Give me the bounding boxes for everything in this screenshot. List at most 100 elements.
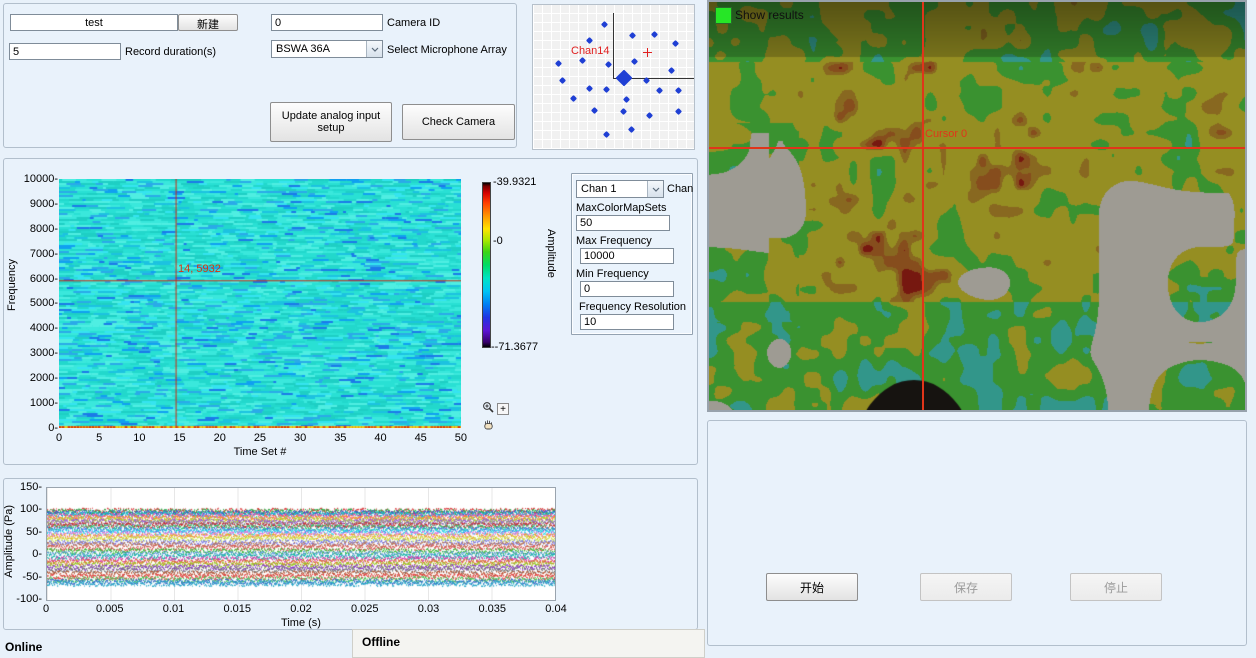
mic-dot (590, 106, 597, 113)
camera-id-input[interactable] (271, 14, 383, 31)
save-button[interactable]: 保存 (920, 573, 1012, 601)
tick-label: 2000 (30, 372, 58, 384)
offline-status-box: Offline (352, 629, 705, 658)
mic-dot (674, 86, 681, 93)
colorbar-max-label: -39.9321 (493, 176, 536, 189)
mic-dot (619, 107, 626, 114)
tick-label: 50 (443, 432, 479, 444)
mic-array-geometry-plot: Chan14 (532, 4, 695, 150)
colorbar-min-label: --71.3677 (491, 341, 538, 354)
tick-label: 6000 (30, 273, 58, 285)
spectrogram-x-ticks: 05101520253035404550 (41, 432, 479, 444)
check-camera-button[interactable]: Check Camera (402, 104, 515, 140)
channel-select[interactable]: Chan 1 (576, 180, 664, 198)
channel-select-value: Chan 1 (581, 183, 616, 195)
online-status-label: Online (5, 641, 42, 654)
camera-cursor-hline[interactable] (709, 147, 1245, 149)
tick-label: 100 (20, 503, 42, 515)
tick-label: 5 (81, 432, 117, 444)
show-results-led[interactable] (715, 7, 732, 24)
stop-button[interactable]: 停止 (1070, 573, 1162, 601)
zoom-tool-icon[interactable] (482, 401, 496, 417)
tick-label: 15 (162, 432, 198, 444)
tick-label: 35 (322, 432, 358, 444)
min-frequency-input[interactable] (580, 281, 674, 297)
microphone-array-select[interactable]: BSWA 36A (271, 40, 383, 58)
mic-plot-y-axis (613, 13, 614, 78)
tick-label: 0 (28, 603, 64, 615)
show-results-label: Show results (735, 9, 804, 22)
camera-id-label: Camera ID (387, 17, 440, 30)
tick-label: 0.025 (347, 603, 383, 615)
mic-highlight-label: Chan14 (571, 45, 610, 57)
mic-dot (558, 76, 565, 83)
mic-dot (602, 130, 609, 137)
setup-panel: 新建 Record duration(s) Camera ID BSWA 36A… (3, 3, 517, 148)
mic-dot (585, 84, 592, 91)
tick-label: 0.04 (538, 603, 574, 615)
microphone-array-value: BSWA 36A (276, 43, 330, 55)
offline-status-label: Offline (362, 635, 400, 649)
mic-dot (655, 86, 662, 93)
mic-dot (622, 95, 629, 102)
tick-label: 0.005 (92, 603, 128, 615)
mic-dot (650, 30, 657, 37)
channel-select-label: Chan (667, 183, 693, 196)
microphone-array-label: Select Microphone Array (387, 44, 507, 57)
mic-dot (645, 111, 652, 118)
tick-label: 0.02 (283, 603, 319, 615)
spectrogram-x-label: Time Set # (59, 446, 461, 459)
tick-label: 0.01 (156, 603, 192, 615)
max-frequency-label: Max Frequency (576, 235, 652, 248)
mic-dot (585, 36, 592, 43)
waveform-canvas (47, 488, 555, 600)
mic-dot (578, 56, 585, 63)
start-button[interactable]: 开始 (766, 573, 858, 601)
camera-cursor-vline[interactable] (922, 2, 924, 410)
tick-label: 25 (242, 432, 278, 444)
mic-dot (671, 39, 678, 46)
tick-label: 4000 (30, 322, 58, 334)
amplitude-colorbar (482, 182, 491, 348)
record-duration-input[interactable] (9, 43, 121, 60)
camera-overlay-canvas[interactable] (709, 2, 1245, 410)
max-frequency-input[interactable] (580, 248, 674, 264)
frequency-resolution-input[interactable] (580, 314, 674, 330)
mic-dot (628, 31, 635, 38)
tick-label: 10 (121, 432, 157, 444)
record-control-panel: 开始 保存 停止 (707, 420, 1247, 646)
waveform-panel: 150100500-50-100 Amplitude (Pa) 00.0050.… (3, 478, 698, 630)
graph-tool-palette: + (482, 401, 511, 434)
update-analog-input-button[interactable]: Update analog input setup (270, 102, 392, 142)
pan-tool-icon[interactable] (482, 418, 496, 434)
max-colormap-sets-label: MaxColorMapSets (576, 202, 666, 215)
tick-label: 0.03 (411, 603, 447, 615)
tick-label: 0 (41, 432, 77, 444)
record-duration-label: Record duration(s) (125, 46, 216, 59)
mic-highlight-cross (647, 48, 649, 57)
camera-result-view[interactable]: Cursor 0 Show results (707, 0, 1247, 412)
spectrogram-canvas[interactable] (59, 179, 461, 428)
mic-center-cluster (616, 70, 633, 87)
tick-label: -50 (22, 571, 42, 583)
tick-label: 9000 (30, 198, 58, 210)
tick-label: 0.035 (474, 603, 510, 615)
tick-label: 40 (363, 432, 399, 444)
mic-dot (674, 107, 681, 114)
mic-dot (604, 60, 611, 67)
mic-dot (554, 59, 561, 66)
spectrogram-cursor-label: 14, 5932 (178, 263, 221, 275)
chevron-down-icon (366, 41, 382, 57)
new-session-button[interactable]: 新建 (178, 14, 238, 31)
waveform-plot (46, 487, 556, 601)
session-name-input[interactable] (10, 14, 178, 31)
tick-label: 20 (202, 432, 238, 444)
tick-label: 5000 (30, 297, 58, 309)
max-colormap-sets-input[interactable] (576, 215, 670, 231)
tick-label: 0.015 (219, 603, 255, 615)
cursor-move-tool-icon[interactable]: + (497, 403, 509, 415)
camera-cursor-label: Cursor 0 (925, 128, 967, 140)
spectrogram-plot[interactable]: 14, 5932 (59, 179, 461, 428)
chevron-down-icon (647, 181, 663, 197)
tick-label: 50 (26, 526, 42, 538)
